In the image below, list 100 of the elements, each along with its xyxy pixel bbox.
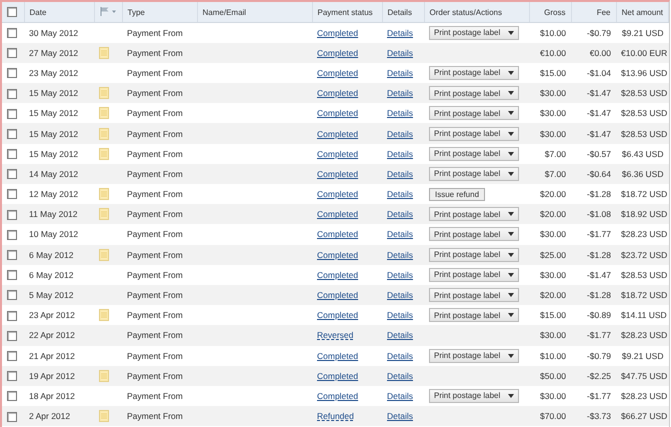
type-text: Payment From <box>127 88 183 98</box>
row-checkbox[interactable] <box>7 391 17 402</box>
details-link[interactable]: Details <box>387 310 413 320</box>
row-checkbox[interactable] <box>7 350 17 361</box>
details-link[interactable]: Details <box>387 108 413 118</box>
select-all-checkbox[interactable] <box>7 7 17 17</box>
details-link[interactable]: Details <box>387 290 413 300</box>
row-checkbox[interactable] <box>7 48 17 58</box>
date-text: 6 May 2012 <box>29 270 74 280</box>
row-checkbox[interactable] <box>7 149 17 160</box>
payment-status-link[interactable]: Completed <box>317 310 358 320</box>
details-link[interactable]: Details <box>387 250 413 260</box>
postage-label-dropdown[interactable]: Print postage label <box>429 288 520 302</box>
payment-status-link[interactable]: Completed <box>317 168 358 179</box>
payment-status-link[interactable]: Completed <box>317 209 358 220</box>
details-link[interactable]: Details <box>387 168 413 179</box>
gross-amount: $30.00 <box>540 229 566 240</box>
caret-icon <box>508 30 514 35</box>
type-text: Payment From <box>127 108 183 118</box>
row-checkbox[interactable] <box>7 330 17 341</box>
row-checkbox[interactable] <box>7 230 17 240</box>
details-link[interactable]: Details <box>387 411 413 422</box>
caret-icon <box>508 272 514 277</box>
row-checkbox[interactable] <box>7 412 17 422</box>
issue-refund-button[interactable]: Issue refund <box>429 188 486 201</box>
postage-label-dropdown[interactable]: Print postage label <box>429 348 520 363</box>
net-amount: $13.96 USD <box>621 68 668 78</box>
details-link[interactable]: Details <box>387 128 413 139</box>
payment-status-link[interactable]: Completed <box>317 189 358 200</box>
payment-status-link[interactable]: Completed <box>317 88 358 98</box>
net-amount: $6.43 USD <box>622 148 664 159</box>
payment-status-link[interactable]: Completed <box>317 148 358 159</box>
details-link[interactable]: Details <box>387 229 413 240</box>
date-text: 15 May 2012 <box>29 128 78 139</box>
row-checkbox[interactable] <box>7 290 17 300</box>
row-checkbox[interactable] <box>7 270 17 280</box>
payment-status-link[interactable]: Completed <box>317 108 358 118</box>
postage-label-dropdown[interactable]: Print postage label <box>429 227 520 242</box>
postage-label-dropdown[interactable]: Print postage label <box>429 106 520 120</box>
details-link[interactable]: Details <box>387 48 413 58</box>
details-link[interactable]: Details <box>387 370 413 381</box>
caret-icon <box>508 91 514 96</box>
row-checkbox[interactable] <box>7 371 17 382</box>
postage-label-dropdown[interactable]: Print postage label <box>429 86 520 100</box>
gross-amount: $30.00 <box>540 330 566 340</box>
row-checkbox[interactable] <box>7 128 17 139</box>
row-checkbox[interactable] <box>7 210 17 220</box>
payment-status-link[interactable]: Completed <box>317 290 358 300</box>
payment-status-link[interactable]: Completed <box>317 128 358 139</box>
postage-label-dropdown[interactable]: Print postage label <box>429 166 520 181</box>
row-checkbox[interactable] <box>7 28 17 38</box>
postage-label-dropdown[interactable]: Print postage label <box>429 388 520 403</box>
fee-amount: -$0.89 <box>586 310 611 320</box>
details-link[interactable]: Details <box>387 189 413 200</box>
net-amount: $18.92 USD <box>621 209 668 220</box>
row-checkbox[interactable] <box>7 310 17 321</box>
row-checkbox[interactable] <box>7 169 17 180</box>
postage-label-dropdown[interactable]: Print postage label <box>429 26 520 40</box>
caret-icon <box>508 132 514 136</box>
details-link[interactable]: Details <box>387 88 413 98</box>
payment-status-link[interactable]: Completed <box>317 270 358 280</box>
details-link[interactable]: Details <box>387 330 413 340</box>
payment-status-link[interactable]: Completed <box>317 48 358 58</box>
row-checkbox[interactable] <box>7 189 17 200</box>
details-link[interactable]: Details <box>387 209 413 220</box>
payment-status-link[interactable]: Reversed <box>317 330 354 340</box>
payment-status-link[interactable]: Completed <box>317 229 358 240</box>
payment-status-link[interactable]: Completed <box>317 28 358 38</box>
payment-status-link[interactable]: Completed <box>317 370 358 381</box>
type-text: Payment From <box>127 270 183 280</box>
type-text: Payment From <box>127 330 183 340</box>
row-checkbox[interactable] <box>7 88 17 99</box>
postage-label-dropdown[interactable]: Print postage label <box>429 268 520 282</box>
details-link[interactable]: Details <box>387 68 413 78</box>
payment-status-link[interactable]: Completed <box>317 68 358 78</box>
postage-label-dropdown[interactable]: Print postage label <box>429 207 520 222</box>
type-text: Payment From <box>127 250 183 260</box>
column-header: Type <box>128 8 145 16</box>
row-checkbox[interactable] <box>7 250 17 260</box>
details-link[interactable]: Details <box>387 28 413 38</box>
row-checkbox[interactable] <box>7 68 17 78</box>
details-link[interactable]: Details <box>387 270 413 280</box>
payment-status-link[interactable]: Completed <box>317 390 358 401</box>
date-text: 6 May 2012 <box>29 250 74 260</box>
flag-filter-icon[interactable] <box>100 6 118 16</box>
row-checkbox[interactable] <box>7 108 17 119</box>
date-text: 14 May 2012 <box>29 168 78 179</box>
details-link[interactable]: Details <box>387 148 413 159</box>
postage-label-dropdown[interactable]: Print postage label <box>429 66 520 80</box>
postage-label-dropdown[interactable]: Print postage label <box>429 146 520 161</box>
postage-label-dropdown[interactable]: Print postage label <box>429 126 520 141</box>
details-link[interactable]: Details <box>387 390 413 401</box>
details-link[interactable]: Details <box>387 350 413 361</box>
payment-status-link[interactable]: Completed <box>317 350 358 361</box>
fee-amount: -$1.47 <box>586 108 611 118</box>
postage-label-dropdown[interactable]: Print postage label <box>429 248 520 262</box>
net-amount: $47.75 USD <box>621 370 668 381</box>
postage-label-dropdown[interactable]: Print postage label <box>429 308 520 322</box>
payment-status-link[interactable]: Refunded <box>317 411 354 422</box>
payment-status-link[interactable]: Completed <box>317 250 358 260</box>
